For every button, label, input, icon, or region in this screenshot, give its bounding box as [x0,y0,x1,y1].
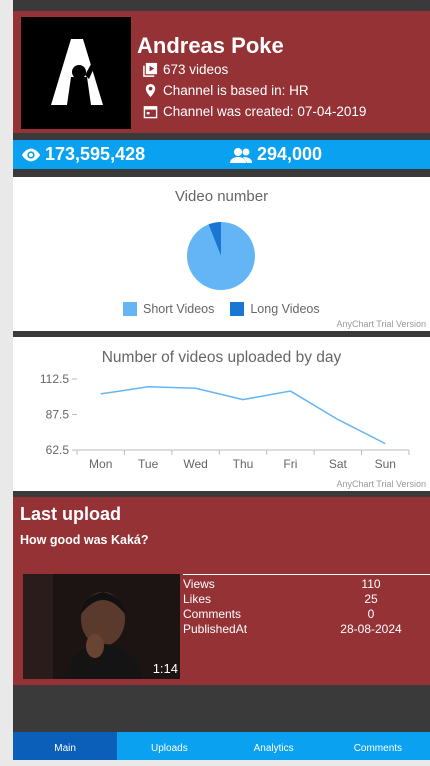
video-stats-table: Views110 Likes25 Comments0 PublishedAt28… [183,577,430,637]
table-divider [183,574,430,575]
row-label: Likes [183,592,312,607]
group-icon [229,147,253,163]
x-tick-label: Thu [233,457,254,471]
x-tick-label: Mon [89,457,112,471]
channel-header: Andreas Poke 673 videos Channel is based… [13,11,430,133]
row-label: Views [183,577,312,592]
video-library-icon [143,62,158,77]
row-label: Comments [183,607,312,622]
legend-short-swatch [123,302,137,316]
row-value: 25 [312,592,430,607]
legend-long-swatch [230,302,244,316]
video-duration: 1:14 [153,661,178,676]
video-thumbnail[interactable]: 1:14 [23,574,180,679]
x-tick-label: Sun [375,457,396,471]
bottom-nav: Main Uploads Analytics Comments [13,732,430,760]
last-upload-section: Last upload How good was Kaká? 1:14 View… [13,497,430,685]
row-value: 28-08-2024 [312,622,430,637]
eye-icon [21,148,41,162]
row-value: 110 [312,577,430,592]
table-row-comments: Comments0 [183,607,430,622]
pie-slice-short-videos [187,222,255,290]
total-views: 173,595,428 [45,144,145,165]
nav-comments[interactable]: Comments [326,732,430,760]
channel-country: Channel is based in: HR [163,83,309,98]
pie-watermark: AnyChart Trial Version [336,319,426,329]
video-number-chart: Video number Short Videos Long Videos An… [13,177,430,331]
table-row-published: PublishedAt28-08-2024 [183,622,430,637]
table-row-likes: Likes25 [183,592,430,607]
row-value: 0 [312,607,430,622]
calendar-icon [143,104,158,119]
nav-analytics[interactable]: Analytics [222,732,326,760]
channel-name: Andreas Poke [137,33,284,59]
subscribers-stat: 294,000 [229,144,322,165]
x-tick-label: Sat [329,457,348,471]
series-line [101,387,386,444]
nav-uploads[interactable]: Uploads [117,732,221,760]
channel-created: Channel was created: 07-04-2019 [163,104,366,119]
y-tick-label: 87.5 [46,408,70,422]
location-pin-icon [143,83,158,98]
nav-main[interactable]: Main [13,732,117,760]
total-subscribers: 294,000 [257,144,322,165]
pie-legend: Short Videos Long Videos [123,302,320,316]
last-upload-heading: Last upload [20,504,121,525]
legend-long-label: Long Videos [250,302,319,316]
x-tick-label: Fri [283,457,297,471]
last-upload-title: How good was Kaká? [20,533,149,547]
row-label: PublishedAt [183,622,312,637]
y-tick-label: 62.5 [46,443,70,457]
video-count: 673 videos [163,62,228,77]
y-tick-label: 112.5 [40,372,69,386]
table-row-views: Views110 [183,577,430,592]
video-count-row: 673 videos [143,62,228,77]
created-row: Channel was created: 07-04-2019 [143,104,366,119]
line-chart: 112.5 87.5 62.5 Mon Tue Wed Thu Fri Sat Sun [13,337,430,491]
legend-short-label: Short Videos [143,302,214,316]
country-row: Channel is based in: HR [143,83,309,98]
stats-bar: 173,595,428 294,000 [13,140,430,169]
views-stat: 173,595,428 [21,144,145,165]
x-tick-label: Wed [183,457,207,471]
channel-avatar [21,17,131,129]
app-frame: Andreas Poke 673 videos Channel is based… [13,0,430,760]
x-tick-label: Tue [138,457,159,471]
uploads-by-day-chart: Number of videos uploaded by day 112.587… [13,337,430,491]
line-watermark: AnyChart Trial Version [336,479,426,489]
